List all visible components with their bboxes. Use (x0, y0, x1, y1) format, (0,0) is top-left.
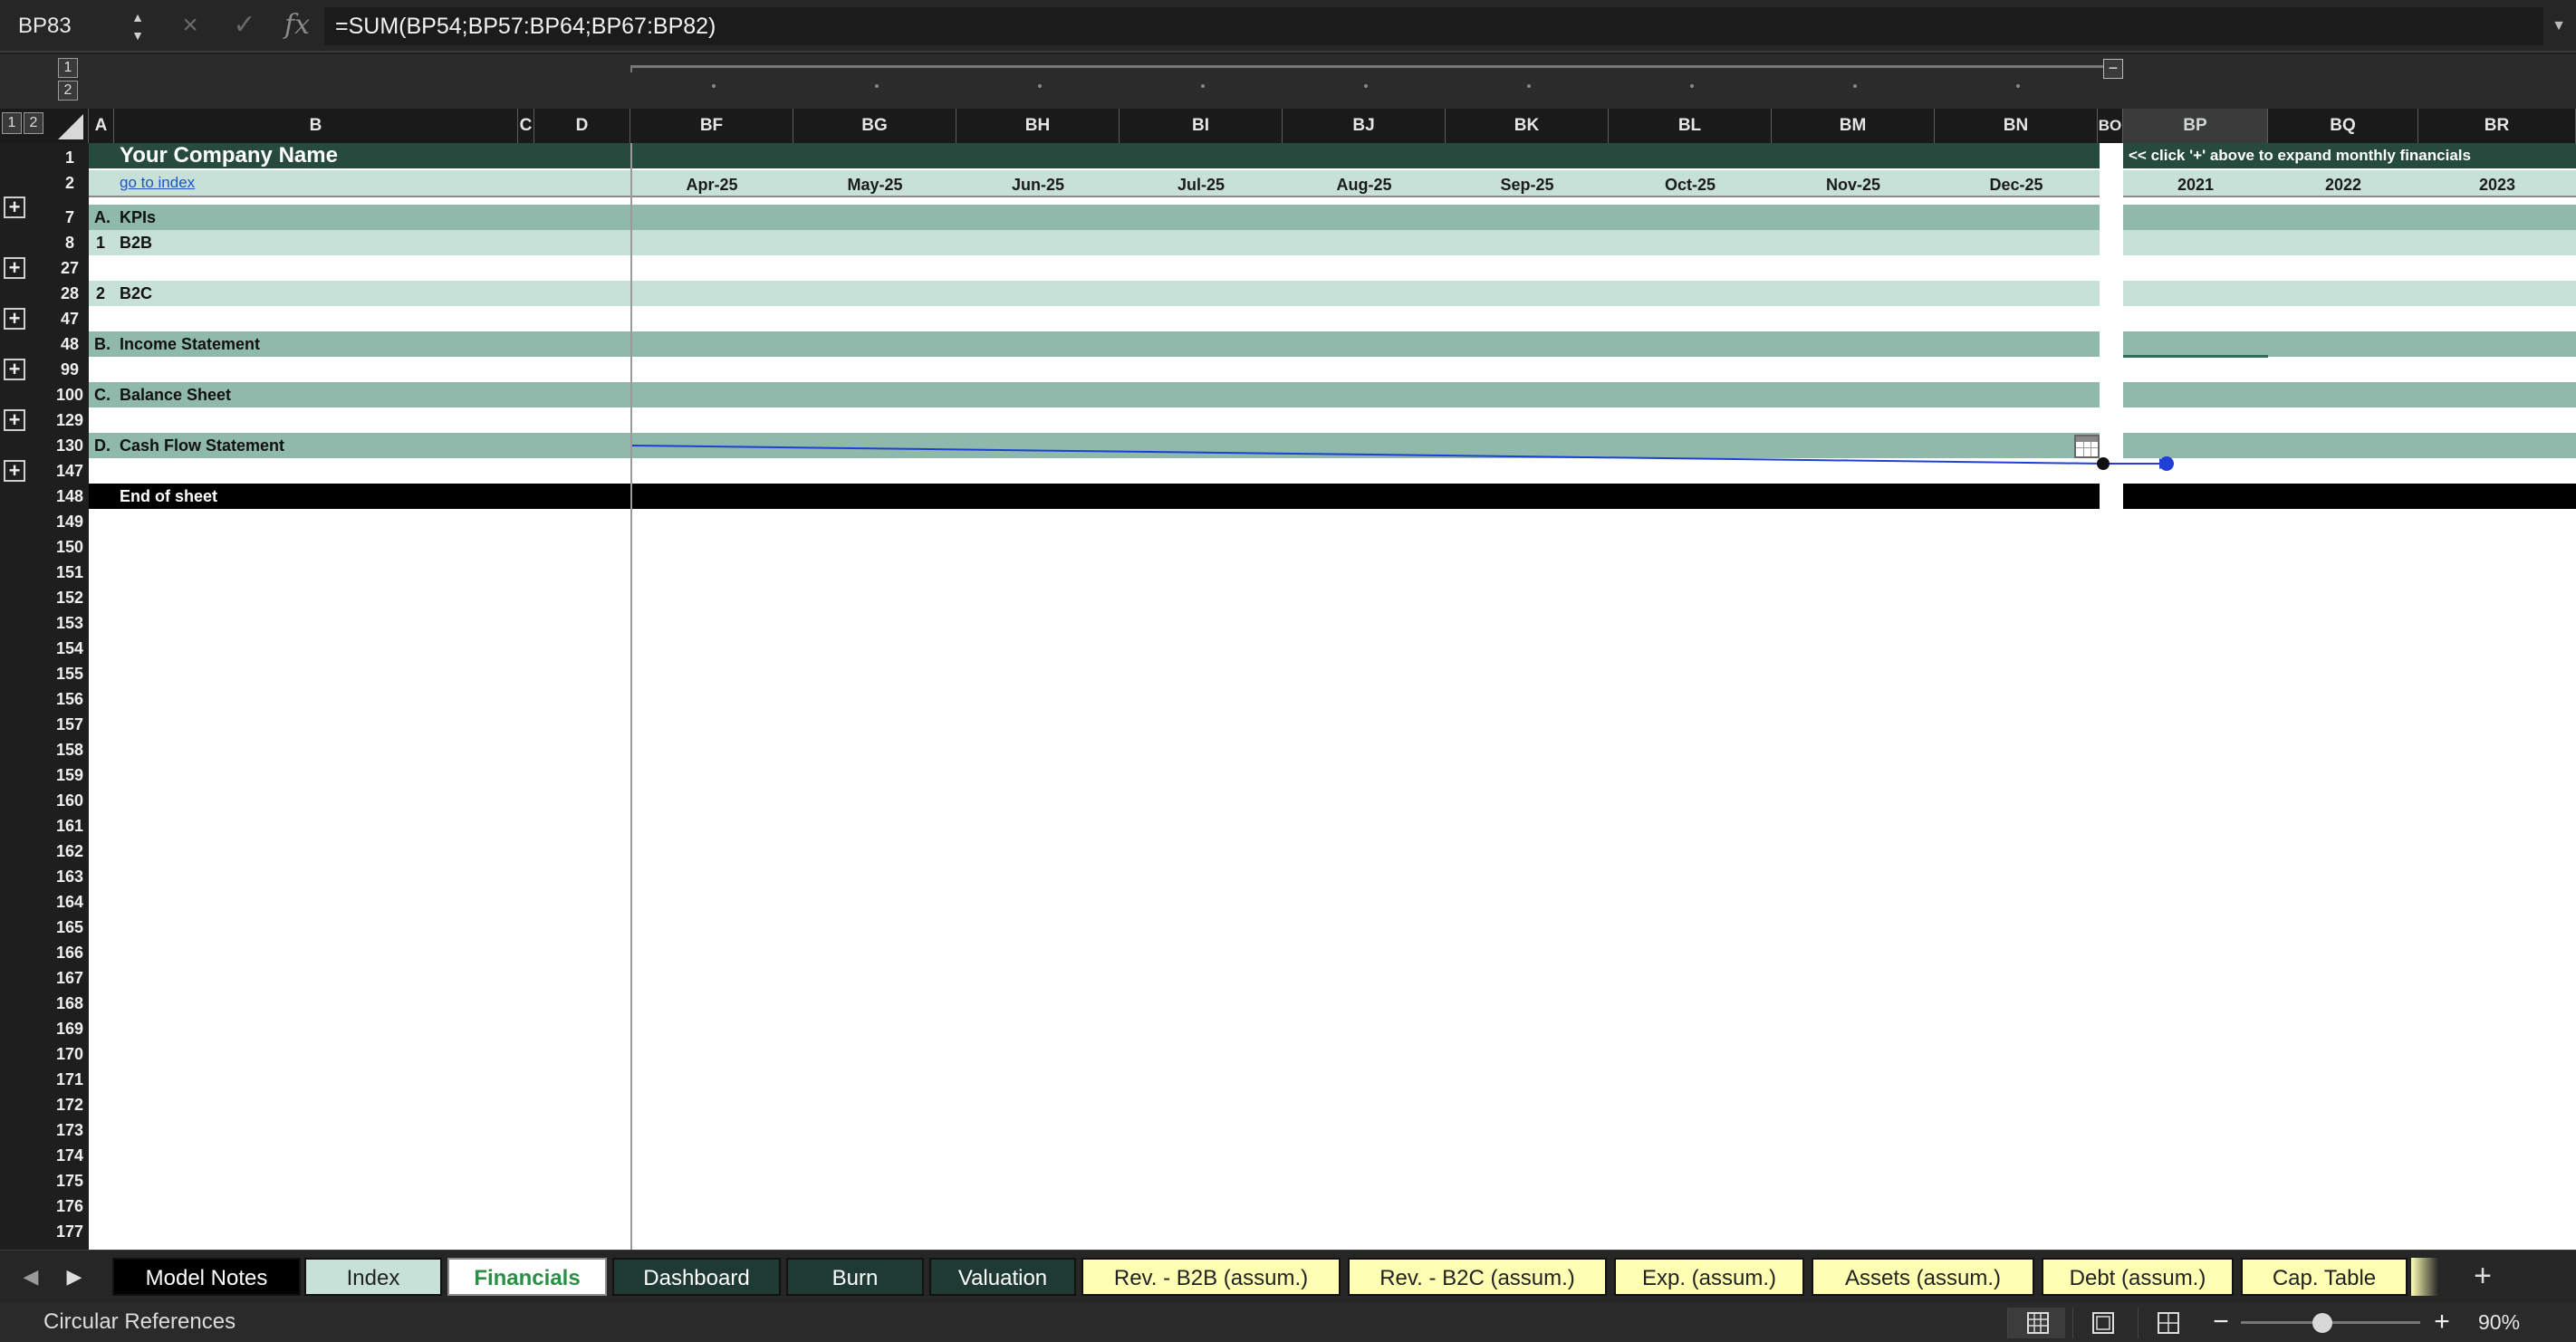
sheet-tab-dashboard[interactable]: Dashboard (612, 1258, 781, 1296)
worksheet-reference-icon[interactable] (2074, 435, 2100, 458)
tab-overflow-fade (2411, 1258, 2438, 1296)
row-header[interactable]: 169 (51, 1016, 89, 1041)
zoom-out-button[interactable]: − (2210, 1304, 2232, 1340)
expand-group-icon[interactable]: + (4, 197, 25, 218)
status-bar: Circular References − + 90% (0, 1302, 2576, 1342)
trace-arrow-origin (2097, 457, 2110, 470)
trace-arrow-overlay (631, 445, 2174, 471)
row-header[interactable]: 167 (51, 965, 89, 991)
row-header[interactable]: 130 (51, 433, 89, 458)
row-header[interactable]: 155 (51, 661, 89, 686)
expand-group-icon[interactable]: + (4, 308, 25, 330)
row-header[interactable]: 158 (51, 737, 89, 762)
row-header[interactable]: 157 (51, 712, 89, 737)
sheet-tab-exp[interactable]: Exp. (assum.) (1614, 1258, 1804, 1296)
row-header[interactable]: 8 (51, 230, 89, 255)
row-header[interactable]: 156 (51, 686, 89, 712)
row-header[interactable]: 165 (51, 915, 89, 940)
sheet-tab-model-notes[interactable]: Model Notes (112, 1258, 301, 1296)
row-header[interactable]: 163 (51, 864, 89, 889)
trace-arrow-end (2159, 456, 2174, 471)
row-header[interactable]: 175 (51, 1168, 89, 1193)
zoom-level[interactable]: 90% (2478, 1302, 2520, 1342)
row-header[interactable]: 152 (51, 585, 89, 610)
row-header[interactable]: 159 (51, 762, 89, 788)
normal-view-button[interactable] (2007, 1308, 2065, 1338)
row-header[interactable]: 153 (51, 610, 89, 636)
sheet-tab-debt[interactable]: Debt (assum.) (2042, 1258, 2234, 1296)
row-header[interactable]: 2 (51, 170, 89, 196)
row-header[interactable]: 28 (51, 281, 89, 306)
normal-view-icon (2027, 1312, 2049, 1334)
sheet-tab-index[interactable]: Index (304, 1258, 442, 1296)
row-header[interactable]: 166 (51, 940, 89, 965)
row-header[interactable]: 148 (51, 484, 89, 509)
sheet-tab-burn[interactable]: Burn (786, 1258, 924, 1296)
expand-group-icon[interactable]: + (4, 409, 25, 431)
scroll-tabs-left-icon[interactable]: ◀ (20, 1263, 42, 1290)
row-header[interactable]: 177 (51, 1219, 89, 1244)
row-header[interactable]: 7 (51, 205, 89, 230)
row-header[interactable]: 147 (51, 458, 89, 484)
row-header[interactable]: 172 (51, 1092, 89, 1117)
row-header[interactable]: 27 (51, 255, 89, 281)
row-outline-gutter: + + + + + + (0, 143, 51, 1250)
zoom-in-button[interactable]: + (2431, 1304, 2453, 1340)
zoom-slider-thumb[interactable] (2312, 1313, 2332, 1333)
sheet-tab-cap-table[interactable]: Cap. Table (2241, 1258, 2408, 1296)
row-header[interactable]: 99 (51, 357, 89, 382)
row-header[interactable]: 162 (51, 839, 89, 864)
trace-arrow-line (631, 445, 2104, 465)
row-header[interactable]: 149 (51, 509, 89, 534)
page-layout-icon (2092, 1312, 2114, 1334)
row-header[interactable]: 154 (51, 636, 89, 661)
expand-group-icon[interactable]: + (4, 257, 25, 279)
sheet-tab-rev-b2c[interactable]: Rev. - B2C (assum.) (1348, 1258, 1607, 1296)
row-header[interactable]: 161 (51, 813, 89, 839)
row-header[interactable]: 48 (51, 331, 89, 357)
row-header[interactable]: 160 (51, 788, 89, 813)
row-header[interactable]: 176 (51, 1193, 89, 1219)
sheet-tab-valuation[interactable]: Valuation (929, 1258, 1076, 1296)
page-layout-view-button[interactable] (2072, 1308, 2130, 1338)
expand-group-icon[interactable]: + (4, 359, 25, 380)
row-header[interactable]: 171 (51, 1067, 89, 1092)
row-header[interactable]: 173 (51, 1117, 89, 1143)
sheet-tab-rev-b2b[interactable]: Rev. - B2B (assum.) (1081, 1258, 1341, 1296)
sheet-tab-assets[interactable]: Assets (assum.) (1812, 1258, 2034, 1296)
row-header[interactable]: 47 (51, 306, 89, 331)
page-break-view-button[interactable] (2138, 1308, 2196, 1338)
row-header[interactable]: 129 (51, 407, 89, 433)
page-break-icon (2158, 1312, 2179, 1334)
row-header[interactable]: 150 (51, 534, 89, 560)
row-header[interactable]: 168 (51, 991, 89, 1016)
row-header[interactable]: 100 (51, 382, 89, 407)
row-headers: 1 2 7 8 27 28 47 48 99 100 129 130 147 1… (51, 143, 89, 1250)
sheet-tab-financials[interactable]: Financials (447, 1258, 607, 1296)
row-header[interactable]: 170 (51, 1041, 89, 1067)
row-header[interactable]: 174 (51, 1143, 89, 1168)
row-header[interactable]: 1 (51, 145, 89, 170)
spreadsheet-app: BP83 ▲ ▼ × ✓ fx =SUM(BP54;BP57:BP64;BP67:… (0, 0, 2576, 1342)
expand-group-icon[interactable]: + (4, 460, 25, 482)
row-header[interactable]: 164 (51, 889, 89, 915)
scroll-tabs-right-icon[interactable]: ▶ (63, 1263, 85, 1290)
status-circular-references[interactable]: Circular References (43, 1302, 235, 1342)
row-header[interactable]: 151 (51, 560, 89, 585)
sheet-tab-bar: ◀ ▶ Model Notes Index Financials Dashboa… (0, 1250, 2576, 1302)
add-sheet-icon[interactable]: + (2460, 1260, 2505, 1294)
